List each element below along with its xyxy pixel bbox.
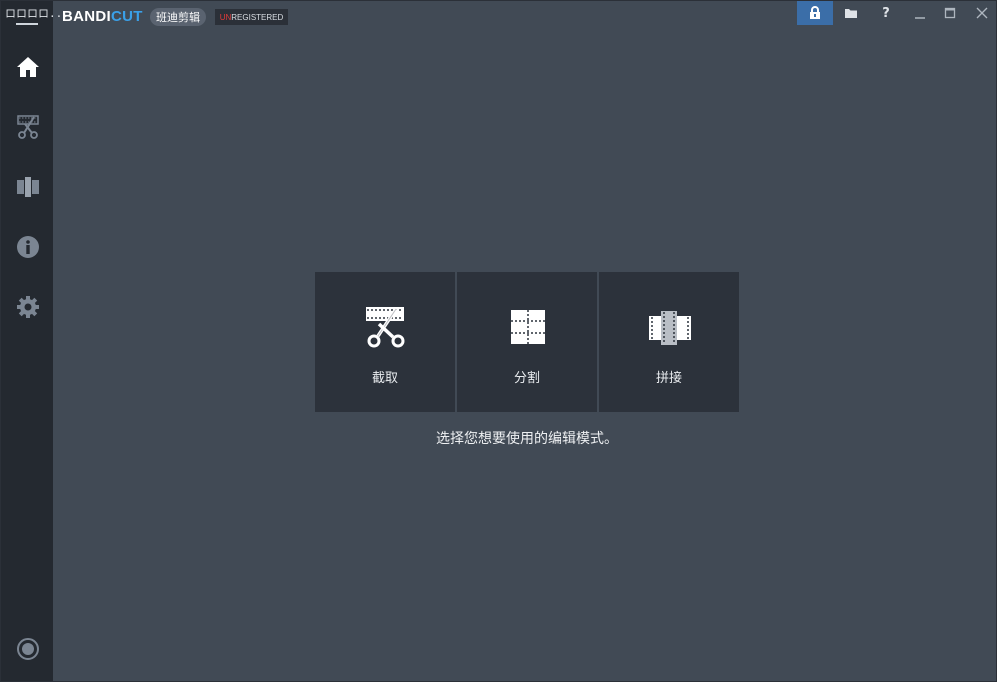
home-icon xyxy=(17,57,39,77)
logo-text-accent: CUT xyxy=(111,8,143,25)
join-icon xyxy=(17,177,39,197)
sidebar-item-home[interactable] xyxy=(13,52,43,82)
main-menu-button[interactable]: ロロロロ... xyxy=(5,7,69,27)
sidebar: ロロロロ... xyxy=(1,1,69,681)
info-icon xyxy=(17,236,39,258)
minimize-icon xyxy=(915,17,925,19)
unregistered-badge[interactable]: UN REGISTERED xyxy=(215,9,288,25)
split-icon xyxy=(511,310,545,344)
logo-text-main: BANDI xyxy=(62,8,111,25)
sidebar-item-settings[interactable] xyxy=(13,292,43,322)
menu-text: ロロロロ... xyxy=(5,7,69,20)
sidebar-item-trim[interactable] xyxy=(13,112,43,142)
sidebar-item-record[interactable] xyxy=(13,634,43,664)
maximize-button[interactable] xyxy=(937,1,963,25)
mode-trim-button[interactable]: 截取 xyxy=(315,272,455,412)
mode-join-button[interactable]: 拼接 xyxy=(599,272,739,412)
folder-button[interactable] xyxy=(838,1,864,25)
mode-trim-label: 截取 xyxy=(371,371,398,386)
reg-rest: REGISTERED xyxy=(231,12,284,22)
folder-icon xyxy=(845,9,857,18)
mode-prompt-text: 选择您想要使用的编辑模式。 xyxy=(436,431,618,447)
app-logo: BANDICUT xyxy=(62,8,143,26)
mode-split-button[interactable]: 分割 xyxy=(457,272,597,412)
mode-split-label: 分割 xyxy=(513,371,540,386)
menu-underline xyxy=(16,23,38,25)
help-button[interactable]: ? xyxy=(874,1,898,25)
lock-button[interactable] xyxy=(797,1,833,25)
sidebar-item-info[interactable] xyxy=(13,232,43,262)
record-icon xyxy=(17,638,39,660)
close-icon xyxy=(976,7,988,19)
trim-icon xyxy=(366,307,405,348)
sidebar-item-join[interactable] xyxy=(13,172,43,202)
gear-icon xyxy=(17,296,39,318)
app-chinese-name: 班迪剪辑 xyxy=(150,8,206,26)
reg-prefix: UN xyxy=(219,12,232,22)
maximize-icon xyxy=(944,7,956,19)
trim-icon xyxy=(17,115,39,139)
mode-join-label: 拼接 xyxy=(655,371,682,386)
lock-icon xyxy=(810,6,820,19)
close-button[interactable] xyxy=(969,1,995,25)
join-icon xyxy=(649,311,691,345)
minimize-button[interactable] xyxy=(907,1,933,25)
